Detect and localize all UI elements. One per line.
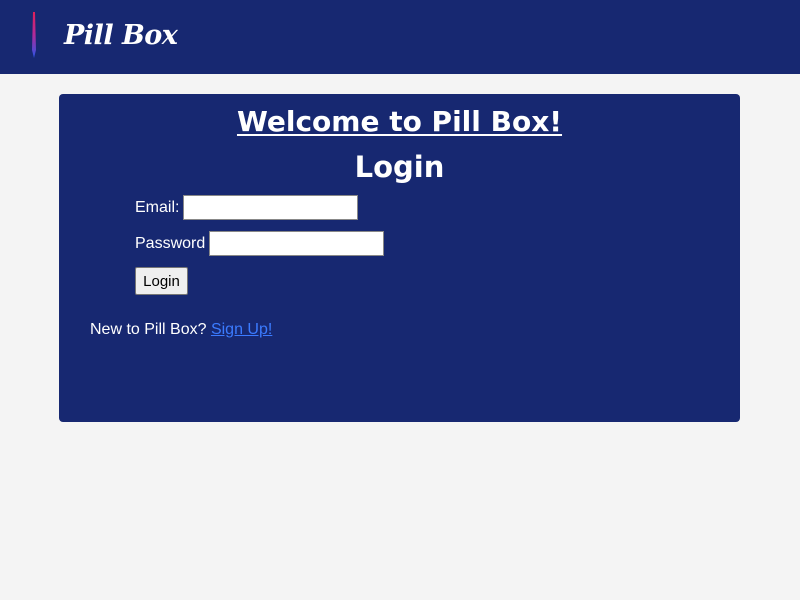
email-field[interactable] (183, 195, 359, 220)
brand-title[interactable]: Pill Box (64, 18, 178, 54)
login-heading: Login (354, 150, 445, 184)
navbar: Pill Box (0, 0, 800, 74)
pen-icon[interactable] (28, 12, 40, 58)
signup-prompt: New to Pill Box? (90, 321, 211, 338)
login-button[interactable]: Login (135, 267, 188, 295)
email-label: Email: (135, 198, 180, 216)
email-row: Email: (135, 195, 359, 220)
login-card: Welcome to Pill Box! Login Email: Passwo… (59, 94, 740, 422)
password-label: Password (135, 234, 206, 252)
signup-row: New to Pill Box? Sign Up! (90, 320, 272, 340)
password-row: Password (135, 231, 385, 256)
password-field[interactable] (209, 231, 385, 256)
welcome-heading: Welcome to Pill Box! (236, 105, 563, 138)
signup-link[interactable]: Sign Up! (211, 321, 272, 338)
